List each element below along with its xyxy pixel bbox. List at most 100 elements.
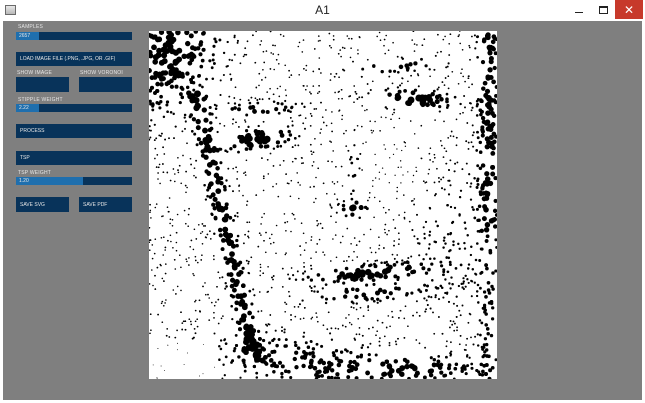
stipple-dot (315, 251, 317, 253)
process-button[interactable]: PROCESS (16, 124, 132, 138)
stipple-dot (480, 127, 485, 132)
stipple-dot (349, 204, 356, 212)
stipple-dot (490, 164, 496, 170)
stipple-dot (165, 100, 170, 104)
save-svg-button[interactable]: SAVE SVG (16, 197, 69, 212)
stipple-dot (453, 366, 458, 371)
show-voronoi-toggle[interactable] (79, 77, 132, 92)
stipple-dot (490, 317, 495, 321)
stipple-dot (350, 323, 353, 326)
stipple-dot (417, 74, 420, 77)
stipple-dot (464, 274, 467, 277)
stipple-dot (415, 300, 418, 303)
stipple-dot (383, 228, 386, 231)
tsp-weight-slider[interactable]: 1.20 (16, 177, 132, 185)
stipple-dot (471, 83, 474, 86)
show-image-toggle[interactable] (16, 77, 69, 92)
load-image-button[interactable]: LOAD IMAGE FILE (.PNG, .JPG, OR .GIF) (16, 52, 132, 66)
stipple-dot (227, 232, 234, 239)
stipple-dot (332, 297, 336, 301)
stipple-dot (347, 149, 350, 152)
stipple-dot (284, 338, 288, 341)
stipple-dot (164, 302, 166, 304)
stipple-dot (243, 172, 245, 175)
stipple-dot (219, 122, 221, 125)
stipple-dot (221, 377, 224, 379)
maximize-button[interactable] (591, 0, 615, 19)
stipple-dot (393, 240, 396, 242)
stipple-dot (222, 226, 229, 233)
stipple-dot (398, 317, 400, 319)
stipple-dot (449, 135, 452, 137)
stipple-dot (154, 274, 156, 277)
stipple-dot (277, 53, 280, 56)
stipple-dot (392, 41, 394, 44)
stipple-dot (321, 277, 325, 282)
stipple-dot (180, 266, 182, 269)
stipple-dot (226, 40, 229, 44)
close-button[interactable]: ✕ (615, 0, 643, 19)
stipple-dot (220, 247, 225, 251)
stipple-dot (208, 105, 212, 110)
stipple-dot (416, 237, 419, 240)
stipple-dot (337, 202, 340, 206)
stipple-dot (313, 290, 316, 293)
samples-slider[interactable]: 2657 (16, 32, 132, 40)
stipple-dot (458, 195, 462, 199)
stipple-dot (335, 166, 337, 168)
stipple-dot (310, 239, 313, 241)
stipple-dot (230, 304, 234, 308)
stipple-dot (400, 166, 402, 168)
stipple-dot (284, 344, 288, 348)
stipple-dot (212, 255, 215, 257)
save-pdf-button[interactable]: SAVE PDF (79, 197, 132, 212)
stipple-dot (149, 332, 151, 335)
stipple-dot (256, 99, 259, 101)
stipple-dot (434, 119, 436, 121)
stipple-dot (485, 75, 491, 81)
stipple-dot (436, 224, 439, 228)
stipple-dot (458, 343, 461, 346)
stipple-dot (352, 301, 355, 305)
stipple-dot (449, 159, 452, 162)
tsp-button[interactable]: TSP (16, 151, 132, 165)
stipple-dot (247, 271, 250, 274)
stipple-dot (446, 291, 449, 294)
stipple-dot (232, 190, 234, 193)
minimize-button[interactable] (566, 0, 591, 19)
stipple-dot (291, 212, 294, 215)
stipple-dot (378, 244, 381, 247)
stipple-dot (378, 344, 381, 347)
stipple-dot (464, 227, 467, 230)
stipple-dot (320, 72, 322, 74)
stipple-dot (318, 238, 321, 241)
stipple-dot (234, 333, 238, 337)
stipple-dot (200, 153, 206, 158)
stipple-dot (158, 31, 165, 35)
stipple-dot (413, 43, 416, 45)
stipple-dot (149, 125, 151, 128)
stipple-dot (175, 231, 178, 234)
stipple-dot (163, 153, 166, 155)
stipple-dot (410, 255, 413, 258)
stipple-dot (298, 303, 301, 306)
stipple-dot (234, 86, 237, 89)
title-bar[interactable]: A1 ✕ (0, 0, 645, 21)
stipple-dot (309, 143, 312, 146)
stipple-dot (480, 270, 484, 274)
stipple-canvas[interactable] (149, 31, 497, 379)
stipple-dot (343, 132, 345, 135)
samples-label: SAMPLES (18, 24, 44, 30)
stipple-dot (397, 232, 400, 235)
stipple-dot (407, 325, 409, 328)
stipple-dot (280, 375, 284, 379)
stipple-dot (303, 249, 306, 252)
stipple-dot (372, 64, 376, 68)
stipple-dot (200, 149, 206, 154)
stipple-dot (167, 344, 169, 346)
stipple-dot (294, 315, 297, 318)
stipple-dot (177, 169, 179, 171)
stipple-dot (199, 375, 200, 377)
stipple-weight-slider[interactable]: 2.22 (16, 104, 132, 112)
stipple-dot (189, 157, 192, 160)
